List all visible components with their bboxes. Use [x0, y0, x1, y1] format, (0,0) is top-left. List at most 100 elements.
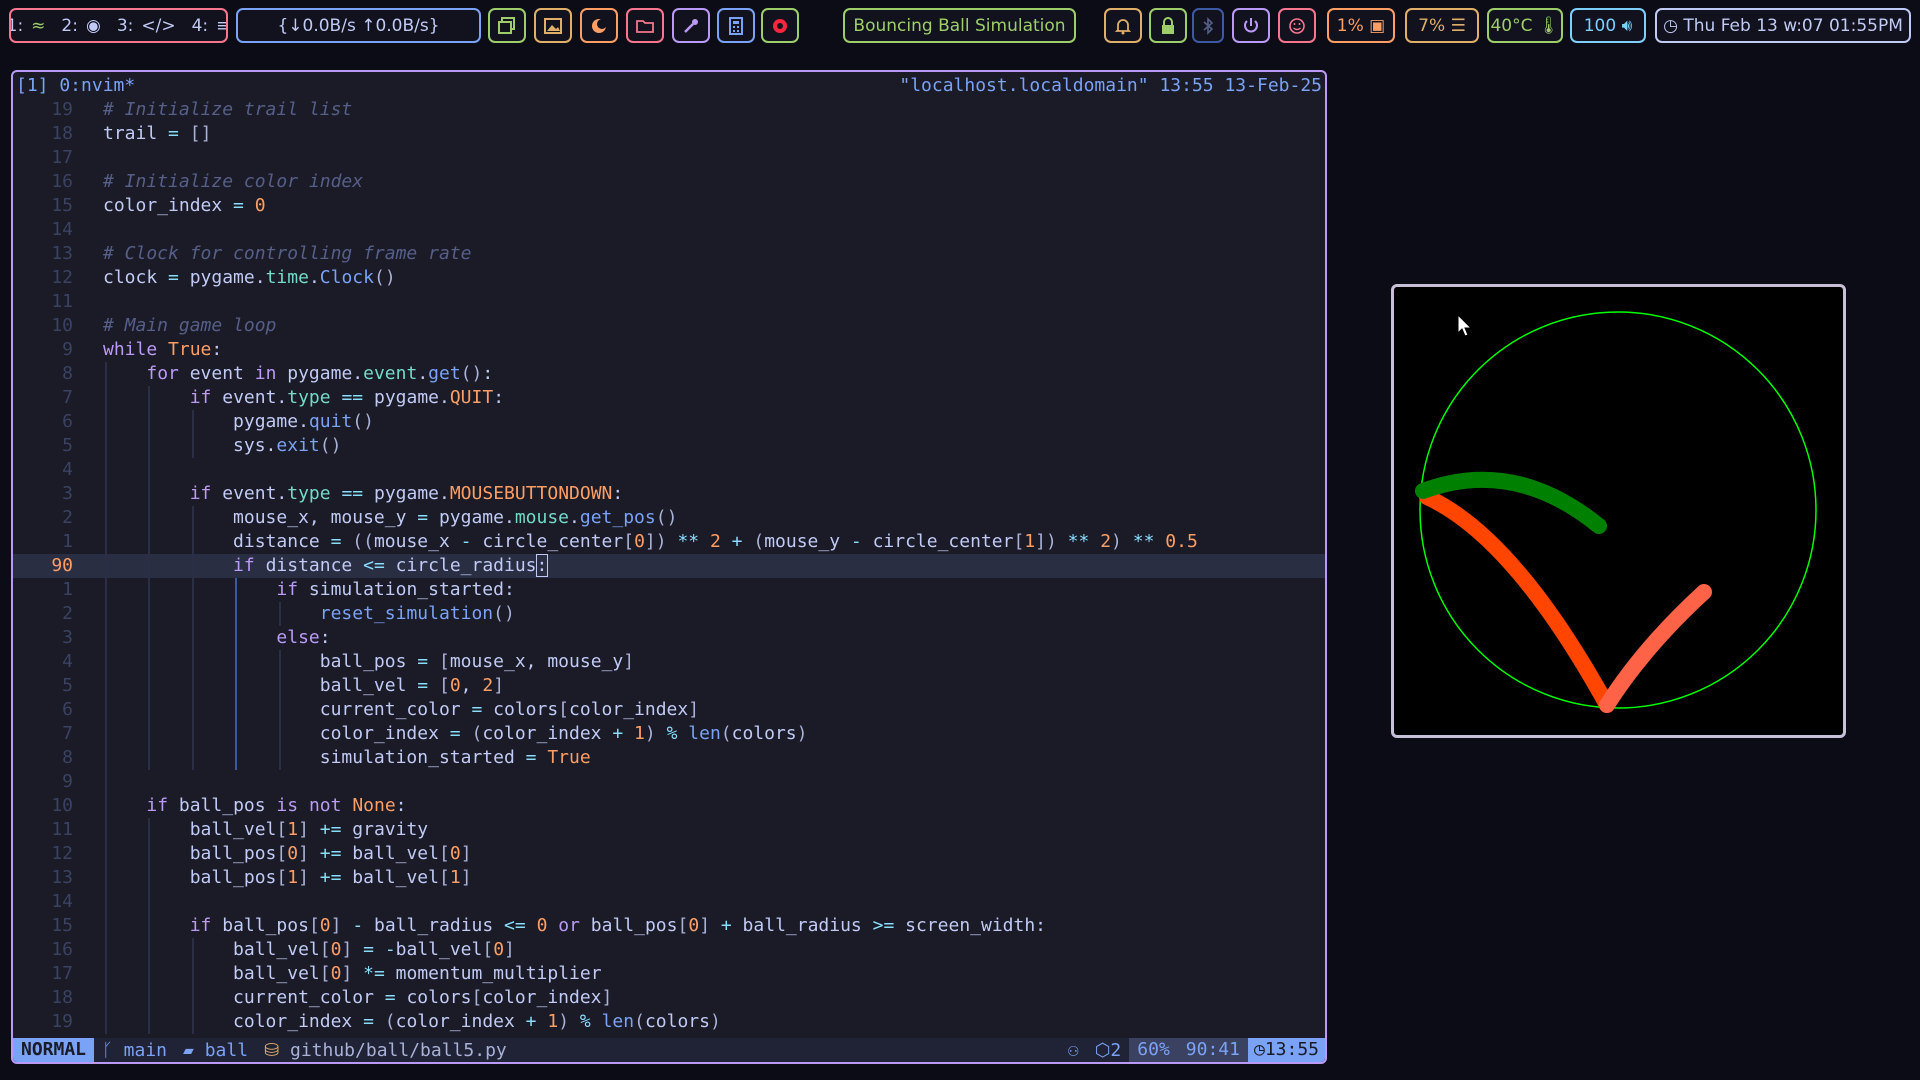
code-line[interactable]: 11 ball_vel[1] += gravity: [13, 818, 1325, 842]
theme-toggle-button[interactable]: [580, 8, 618, 43]
lock-button[interactable]: [1149, 8, 1187, 43]
line-number: 8: [62, 363, 73, 384]
code-line[interactable]: 10 # Main game loop: [13, 314, 1325, 338]
code-line[interactable]: 17: [13, 146, 1325, 170]
file-manager-button[interactable]: [626, 8, 664, 43]
tmux-session: [1] 0:nvim*: [16, 74, 136, 96]
code-line[interactable]: 14: [13, 890, 1325, 914]
workspace-1[interactable]: 1:≈: [11, 16, 49, 36]
terminal-window[interactable]: [1] 0:nvim* "localhost.localdomain" 13:5…: [11, 70, 1327, 1064]
code-line[interactable]: 5 ball_vel = [0, 2]: [13, 674, 1325, 698]
window-switcher-button[interactable]: [488, 8, 526, 43]
code-text: if simulation_started:: [276, 579, 515, 600]
code-text: if event.type == pygame.MOUSEBUTTONDOWN:: [189, 483, 624, 504]
line-number: 19: [51, 1011, 73, 1032]
volume-control[interactable]: 100 🔊︎: [1570, 8, 1646, 43]
workspace-3[interactable]: 3: </>: [113, 16, 180, 36]
code-line[interactable]: 15 color_index = 0: [13, 194, 1325, 218]
line-number: 7: [62, 387, 73, 408]
code-text: while True:: [103, 339, 223, 360]
trail-salmon: [1599, 584, 1712, 713]
workspace-4[interactable]: 4:≡: [188, 16, 226, 36]
windows-icon: [498, 16, 515, 34]
code-line[interactable]: 1 distance = ((mouse_x - circle_center[0…: [13, 530, 1325, 554]
simulation-canvas[interactable]: [1394, 287, 1843, 735]
line-number: 14: [51, 219, 73, 240]
clock-icon: ◷: [1663, 15, 1678, 36]
bouncing-ball-window[interactable]: [1391, 284, 1846, 738]
code-line[interactable]: 2 mouse_x, mouse_y = pygame.mouse.get_po…: [13, 506, 1325, 530]
code-line[interactable]: 2 reset_simulation(): [13, 602, 1325, 626]
code-line[interactable]: 7 if event.type == pygame.QUIT:: [13, 386, 1325, 410]
code-line[interactable]: 3 if event.type == pygame.MOUSEBUTTONDOW…: [13, 482, 1325, 506]
code-text: current_color = colors[color_index]: [103, 699, 700, 720]
line-number: 16: [51, 171, 73, 192]
package-icon: ⬡: [1094, 1039, 1111, 1061]
code-line[interactable]: 12 ball_pos[0] += ball_vel[0]: [13, 842, 1325, 866]
indent-guide: [148, 890, 151, 914]
code-line[interactable]: 7 color_index = (color_index + 1) % len(…: [13, 722, 1325, 746]
scroll-percent: 60%: [1129, 1038, 1178, 1062]
code-line[interactable]: 9 while True:: [13, 338, 1325, 362]
nvim-statusline: NORMAL ᚴ main ▰ ball ⛁ github/ball/ball5…: [13, 1038, 1325, 1062]
code-line[interactable]: 5 sys.exit(): [13, 434, 1325, 458]
code-text: # Initialize color index: [103, 171, 364, 192]
code-editor[interactable]: 19 # Initialize trail list 18 trail = [] 17 1…: [13, 98, 1325, 1034]
code-line[interactable]: 19 # Initialize trail list: [13, 98, 1325, 122]
clock-icon: ◷: [1253, 1039, 1265, 1060]
moon-icon: [592, 18, 607, 33]
code-line[interactable]: 14: [13, 218, 1325, 242]
code-line[interactable]: 8 for event in pygame.event.get():: [13, 362, 1325, 386]
code-line[interactable]: 16 ball_vel[0] = -ball_vel[0]: [13, 938, 1325, 962]
volume-value: 100: [1583, 15, 1617, 36]
code-line[interactable]: 1 if simulation_started:: [13, 578, 1325, 602]
calculator-button[interactable]: [717, 8, 755, 43]
code-line[interactable]: 17 ball_vel[0] *= momentum_multiplier: [13, 962, 1325, 986]
code-line[interactable]: 4: [13, 458, 1325, 482]
memory-value: 7%: [1418, 15, 1446, 36]
code-line[interactable]: 11: [13, 290, 1325, 314]
folder-name: ▰ ball: [183, 1039, 249, 1061]
code-line[interactable]: 6 current_color = colors[color_index]: [13, 698, 1325, 722]
code-line[interactable]: 18 trail = []: [13, 122, 1325, 146]
color-picker-button[interactable]: [672, 8, 710, 43]
clock[interactable]: ◷ Thu Feb 13 w:07 01:55PM: [1655, 8, 1911, 43]
line-number: 1: [62, 579, 73, 600]
notifications-button[interactable]: [1104, 8, 1142, 43]
screenshot-button[interactable]: [534, 8, 572, 43]
code-line[interactable]: 9: [13, 770, 1325, 794]
code-line[interactable]: 6 pygame.quit(): [13, 410, 1325, 434]
line-number: 17: [51, 147, 73, 168]
code-text: distance = ((mouse_x - circle_center[0])…: [103, 531, 1198, 552]
workspace-2[interactable]: 2: ◉: [57, 16, 104, 36]
code-line[interactable]: 18 current_color = colors[color_index]: [13, 986, 1325, 1010]
clock-text: Thu Feb 13 w:07 01:55PM: [1683, 15, 1903, 36]
line-number: 8: [62, 747, 73, 768]
code-line[interactable]: 8 simulation_started = True: [13, 746, 1325, 770]
code-line[interactable]: 16 # Initialize color index: [13, 170, 1325, 194]
code-line[interactable]: 13 # Clock for controlling frame rate: [13, 242, 1325, 266]
code-line[interactable]: 4 ball_pos = [mouse_x, mouse_y]: [13, 650, 1325, 674]
code-line[interactable]: 3 else:: [13, 626, 1325, 650]
code-line[interactable]: 10 if ball_pos is not None:: [13, 794, 1325, 818]
code-line[interactable]: 12 clock = pygame.time.Clock(): [13, 266, 1325, 290]
code-text: reset_simulation(): [319, 603, 515, 624]
code-line[interactable]: 90 if distance <= circle_radius:: [13, 554, 1325, 578]
statusline-time: ◷13:55: [1247, 1038, 1325, 1062]
workspace-switcher[interactable]: 1:≈ 2:◉ 3:</> 4:≡: [9, 8, 228, 43]
power-button[interactable]: [1232, 8, 1270, 43]
record-button[interactable]: [761, 8, 799, 43]
boundary-circle: [1419, 311, 1817, 709]
image-icon: [544, 17, 562, 34]
code-line[interactable]: 13 ball_pos[1] += ball_vel[1]: [13, 866, 1325, 890]
line-number: 12: [51, 843, 73, 864]
bluetooth-button[interactable]: [1192, 8, 1224, 43]
code-line[interactable]: 19 color_index = (color_index + 1) % len…: [13, 1010, 1325, 1034]
code-text: ball_pos = [mouse_x, mouse_y]: [103, 651, 635, 672]
active-window-title: Bouncing Ball Simulation: [843, 8, 1076, 43]
emoji-button[interactable]: [1278, 8, 1316, 43]
file-path: ⛁ github/ball/ball5.py: [264, 1039, 507, 1061]
code-text: if ball_pos is not None:: [146, 795, 407, 816]
eyedropper-icon: [684, 18, 698, 33]
code-line[interactable]: 15 if ball_pos[0] - ball_radius <= 0 or …: [13, 914, 1325, 938]
